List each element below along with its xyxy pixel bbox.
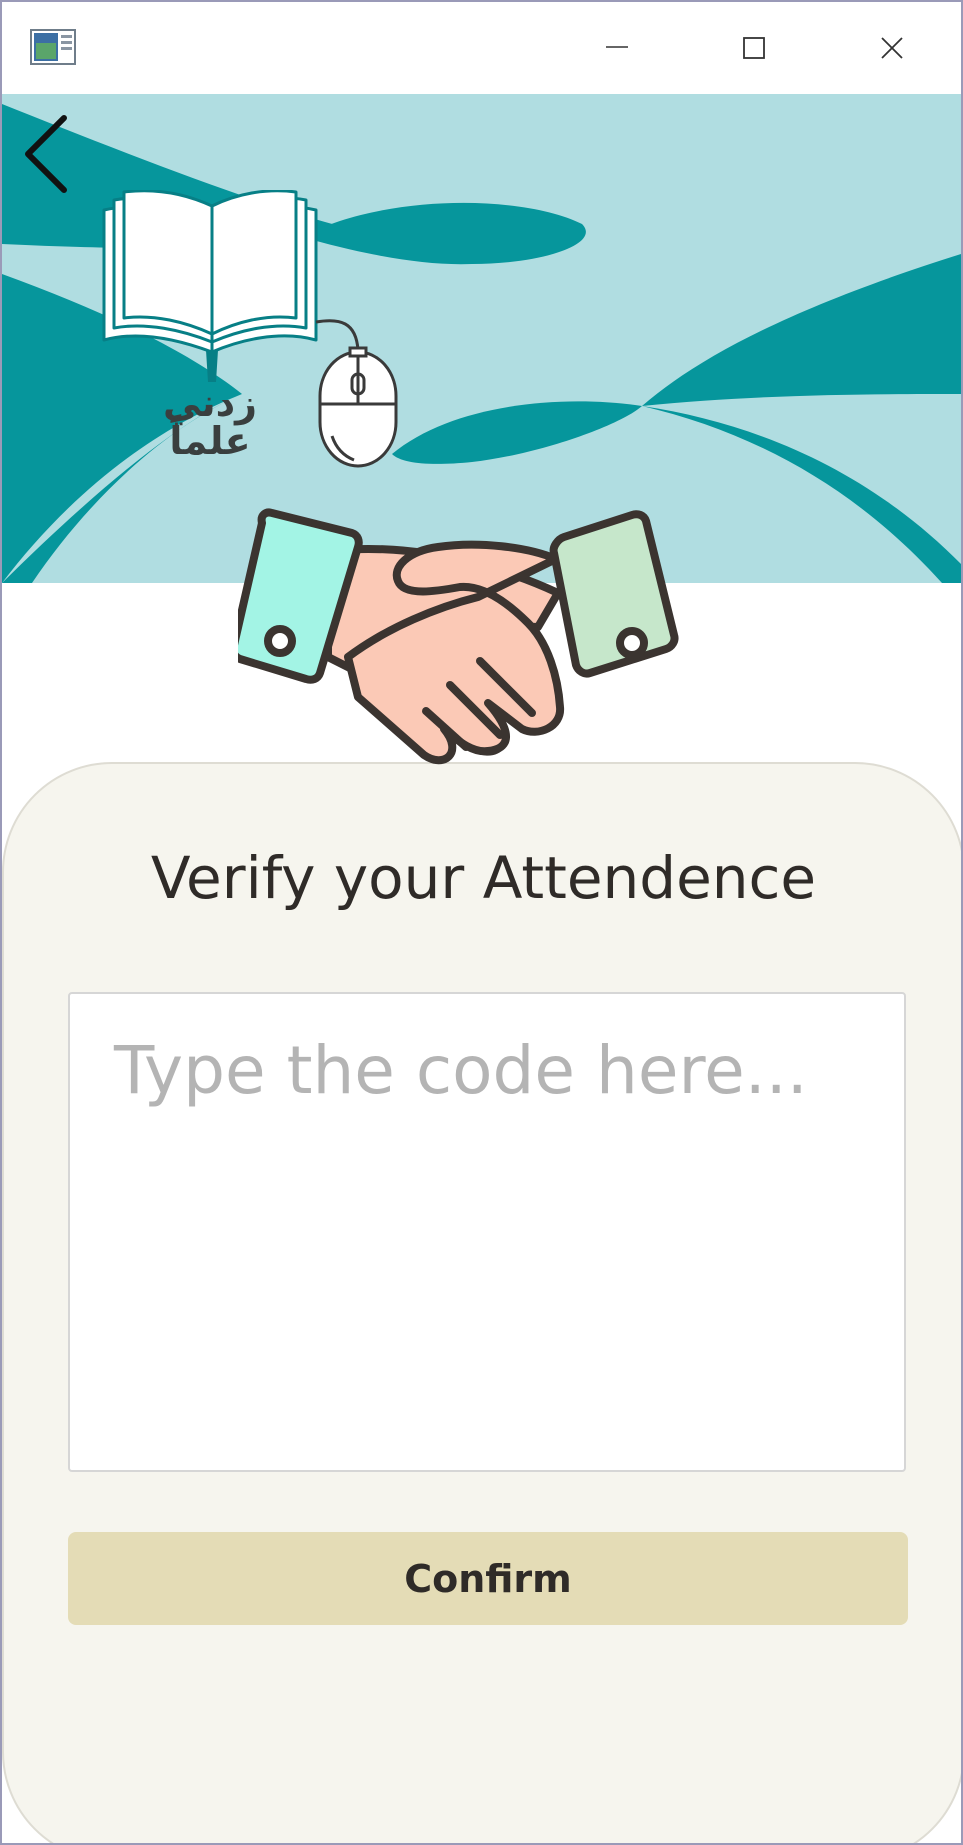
confirm-button[interactable]: Confirm [68,1532,908,1625]
page-title: Verify your Attendence [150,844,817,912]
app-window: زدني علماً Verify your Attendence Confir… [0,0,963,1845]
attendance-code-input[interactable] [68,992,906,1472]
close-icon[interactable] [857,14,927,80]
logo-text: زدني علماً [162,381,258,463]
app-icon [30,29,76,65]
minimize-icon[interactable] [582,14,652,80]
maximize-icon[interactable] [719,14,789,80]
title-bar [2,2,961,94]
back-chevron-icon[interactable] [22,112,78,196]
handshake-icon [238,508,679,765]
